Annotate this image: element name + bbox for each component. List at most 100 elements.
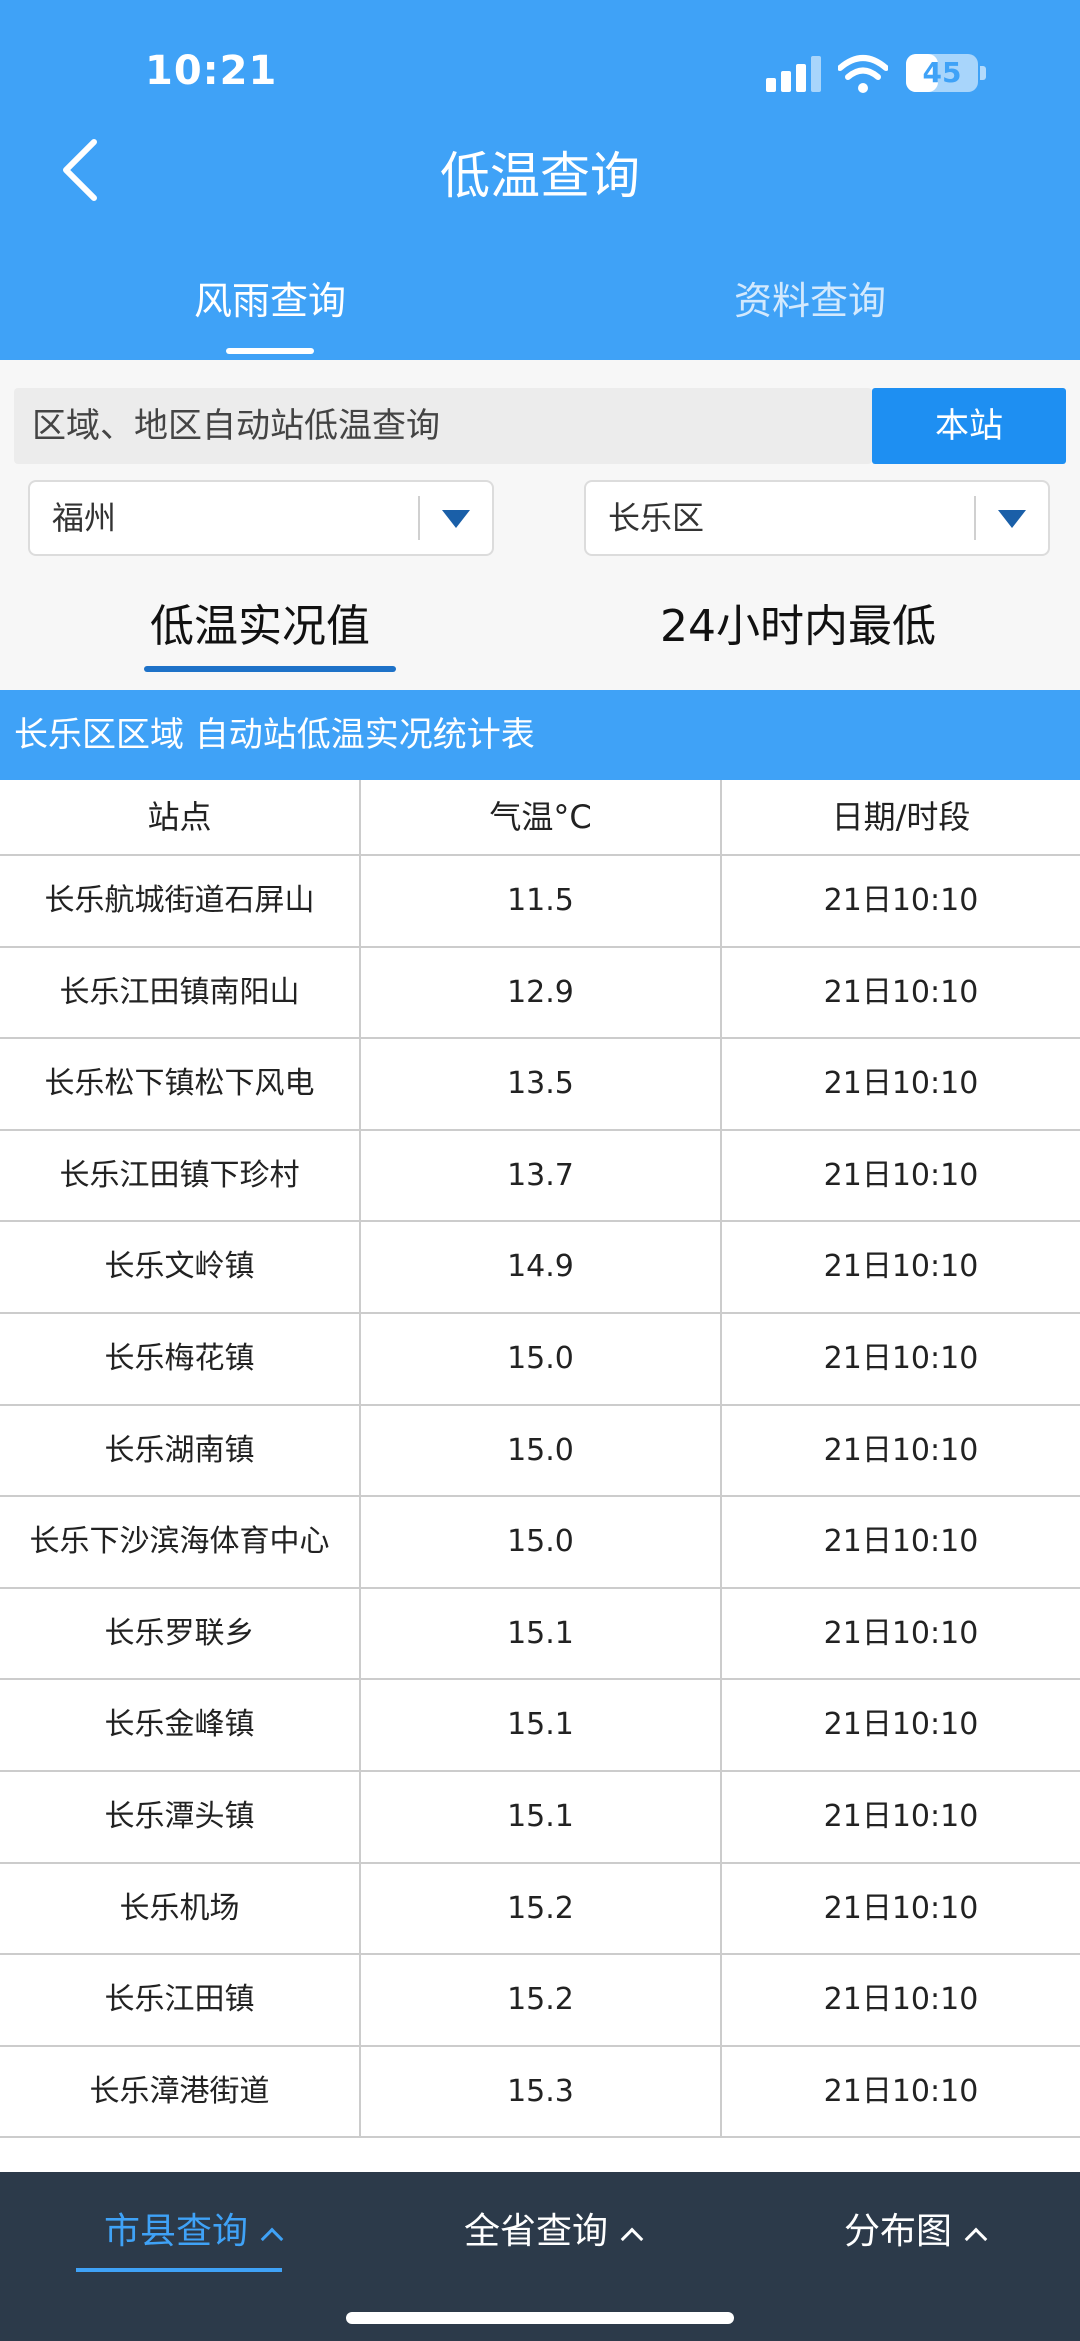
cell-time: 21日10:10 (823, 1340, 979, 1376)
cell-station: 长乐下沙滨海体育中心 (0, 1497, 361, 1587)
cell-time: 21日10:10 (823, 1432, 979, 1468)
local-station-button[interactable]: 本站 (872, 388, 1066, 464)
bottom-nav-label: 分布图 (844, 2211, 953, 2252)
table-row[interactable]: 长乐航城街道石屏山 11.5 21日10:10 (0, 856, 1080, 948)
table-row[interactable]: 长乐梅花镇 15.0 21日10:10 (0, 1313, 1080, 1406)
cell-time: 21日10:10 (823, 1249, 979, 1285)
cell-time: 21日10:10 (823, 1615, 979, 1651)
cell-temperature: 15.2 (361, 1955, 722, 2045)
cell-time: 21日10:10 (823, 1982, 979, 2018)
column-header-temperature: 气温°C (361, 780, 722, 854)
table-body: 长乐航城街道石屏山 11.5 21日10:10 长乐江田镇南阳山 12.9 21日10:1… (0, 856, 1080, 2139)
district-select[interactable]: 长乐区 (584, 480, 1050, 556)
chevron-up-icon (964, 2227, 988, 2251)
city-select[interactable]: 福州 (28, 480, 494, 556)
tab-low-temp-current[interactable]: 低温实况值 (150, 590, 370, 654)
search-label: 区域、地区自动站低温查询 (32, 406, 440, 446)
cellular-signal-icon (766, 56, 821, 92)
cell-station: 长乐江田镇下珍村 (0, 1130, 361, 1221)
cell-time: 21日10:10 (823, 1890, 979, 1926)
cell-temperature: 15.0 (361, 1497, 722, 1587)
battery-level-text: 45 (922, 56, 962, 89)
table-row[interactable]: 长乐下沙滨海体育中心 15.0 21日10:10 (0, 1497, 1080, 1589)
chevron-up-icon (260, 2227, 284, 2251)
active-tab-indicator (226, 348, 314, 354)
cell-station: 长乐航城街道石屏山 (0, 856, 361, 946)
cell-temperature: 15.0 (361, 1313, 722, 1404)
station-table: 站点 气温°C 日期/时段 长乐航城街道石屏山 11.5 21日10:10 长乐江田镇… (0, 780, 1080, 2139)
table-title: 长乐区区域 自动站低温实况统计表 (0, 690, 1080, 780)
cell-temperature: 13.5 (361, 1039, 722, 1129)
city-select-value: 福州 (52, 499, 117, 537)
table-row[interactable]: 长乐罗联乡 15.1 21日10:10 (0, 1588, 1080, 1681)
search-area: 区域、地区自动站低温查询 本站 福州 长乐区 低温实况值 24小时内最低 (0, 360, 1080, 690)
cell-temperature: 15.1 (361, 1588, 722, 1679)
bottom-nav: 市县查询 全省查询 分布图 (0, 2172, 1080, 2341)
dropdown-arrow-icon[interactable] (998, 510, 1026, 528)
bottom-nav-province-query[interactable]: 全省查询 (464, 2202, 644, 2254)
cell-station: 长乐江田镇 (0, 1955, 361, 2045)
cell-time: 21日10:10 (823, 883, 979, 918)
cell-temperature: 11.5 (361, 856, 722, 946)
page-title: 低温查询 (440, 147, 640, 205)
home-indicator[interactable] (346, 2312, 734, 2324)
bottom-nav-distribution-map[interactable]: 分布图 (844, 2202, 988, 2254)
table-row[interactable]: 长乐金峰镇 15.1 21日10:10 (0, 1680, 1080, 1772)
cell-station: 长乐江田镇南阳山 (0, 947, 361, 1038)
table-row[interactable]: 长乐漳港街道 15.3 21日10:10 (0, 2046, 1080, 2139)
column-header-time: 日期/时段 (831, 798, 971, 836)
bottom-nav-label: 市县查询 (104, 2211, 249, 2252)
table-header: 站点 气温°C 日期/时段 (0, 780, 1080, 856)
bottom-nav-city-query[interactable]: 市县查询 (104, 2202, 284, 2254)
cell-temperature: 15.0 (361, 1405, 722, 1496)
cell-time: 21日10:10 (823, 1066, 979, 1102)
status-bar: 10:21 45 (0, 0, 1080, 140)
active-bottom-nav-indicator (76, 2268, 282, 2272)
cell-station: 长乐罗联乡 (0, 1588, 361, 1679)
cell-time: 21日10:10 (823, 974, 979, 1010)
cell-temperature: 15.2 (361, 1863, 722, 1954)
cell-station: 长乐金峰镇 (0, 1680, 361, 1770)
chevron-up-icon (620, 2227, 644, 2251)
cell-station: 长乐机场 (0, 1863, 361, 1954)
cell-temperature: 13.7 (361, 1130, 722, 1221)
table-row[interactable]: 长乐湖南镇 15.0 21日10:10 (0, 1405, 1080, 1498)
select-divider (974, 496, 976, 540)
column-header-station: 站点 (0, 780, 361, 854)
tab-data-query[interactable]: 资料查询 (660, 270, 960, 325)
cell-temperature: 15.1 (361, 1680, 722, 1770)
cell-temperature: 12.9 (361, 947, 722, 1038)
cell-station: 长乐湖南镇 (0, 1405, 361, 1496)
table-row[interactable]: 长乐江田镇南阳山 12.9 21日10:10 (0, 947, 1080, 1040)
wifi-icon (838, 55, 888, 93)
table-row[interactable]: 长乐江田镇 15.2 21日10:10 (0, 1955, 1080, 2047)
cell-time: 21日10:10 (823, 1157, 979, 1193)
cell-temperature: 15.1 (361, 1771, 722, 1862)
table-row[interactable]: 长乐潭头镇 15.1 21日10:10 (0, 1771, 1080, 1864)
cell-time: 21日10:10 (823, 2073, 979, 2109)
cell-station: 长乐松下镇松下风电 (0, 1039, 361, 1129)
battery-icon: 45 (906, 54, 986, 92)
table-row[interactable]: 长乐机场 15.2 21日10:10 (0, 1863, 1080, 1956)
status-time: 10:21 (145, 48, 278, 94)
select-divider (418, 496, 420, 540)
bottom-nav-label: 全省查询 (464, 2211, 609, 2252)
table-row[interactable]: 长乐文岭镇 14.9 21日10:10 (0, 1222, 1080, 1314)
cell-time: 21日10:10 (823, 1524, 979, 1560)
cell-station: 长乐文岭镇 (0, 1222, 361, 1312)
cell-time: 21日10:10 (823, 1798, 979, 1834)
cell-station: 长乐漳港街道 (0, 2046, 361, 2137)
tab-24h-lowest[interactable]: 24小时内最低 (660, 590, 936, 654)
cell-temperature: 15.3 (361, 2046, 722, 2137)
tab-wind-rain-query[interactable]: 风雨查询 (120, 270, 420, 325)
cell-time: 21日10:10 (823, 1707, 979, 1743)
district-select-value: 长乐区 (608, 499, 705, 537)
table-row[interactable]: 长乐松下镇松下风电 13.5 21日10:10 (0, 1039, 1080, 1131)
cell-station: 长乐潭头镇 (0, 1771, 361, 1862)
active-subtab-indicator (144, 666, 396, 672)
app-header: 10:21 45 低温查询 风雨查询 资料查询 (0, 0, 1080, 360)
table-row[interactable]: 长乐江田镇下珍村 13.7 21日10:10 (0, 1130, 1080, 1223)
search-label-bar: 区域、地区自动站低温查询 (14, 388, 872, 464)
dropdown-arrow-icon[interactable] (442, 510, 470, 528)
cell-station: 长乐梅花镇 (0, 1313, 361, 1404)
